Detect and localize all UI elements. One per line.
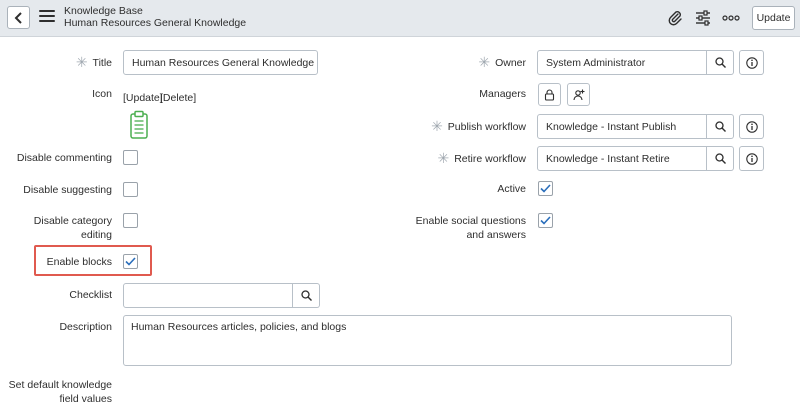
disable-suggesting-checkbox[interactable] — [123, 182, 138, 197]
required-asterisk-icon: ✳ — [437, 150, 450, 166]
settings-sliders-icon[interactable] — [694, 9, 712, 27]
search-icon — [300, 290, 312, 301]
icon-delete-link[interactable]: [Delete] — [160, 92, 196, 104]
header-subtitle: Human Resources General Knowledge — [64, 17, 247, 29]
icon-label: Icon — [92, 88, 112, 100]
search-icon — [714, 57, 726, 68]
publish-workflow-lookup-button[interactable] — [707, 114, 734, 139]
checkmark-icon — [540, 184, 551, 193]
checklist-lookup-button[interactable] — [293, 283, 320, 308]
update-button[interactable]: Update — [752, 6, 795, 30]
description-label: Description — [59, 321, 112, 333]
checkmark-icon — [540, 216, 551, 225]
managers-add-user-button[interactable] — [567, 83, 590, 106]
more-options-icon[interactable] — [722, 9, 740, 27]
publish-workflow-info-button[interactable] — [739, 114, 764, 139]
managers-unlock-button[interactable] — [538, 83, 561, 106]
back-button[interactable] — [7, 6, 30, 29]
info-icon — [745, 120, 758, 133]
retire-workflow-label: ✳ Retire workflow — [437, 150, 526, 166]
chevron-left-icon — [14, 11, 22, 24]
required-asterisk-icon: ✳ — [478, 54, 491, 70]
owner-lookup-button[interactable] — [707, 50, 734, 75]
checklist-label: Checklist — [69, 289, 112, 301]
checklist-input[interactable] — [123, 283, 293, 308]
disable-commenting-checkbox[interactable] — [123, 150, 138, 165]
publish-workflow-input[interactable]: Knowledge - Instant Publish — [537, 114, 707, 139]
add-user-icon — [572, 89, 584, 100]
retire-workflow-lookup-button[interactable] — [707, 146, 734, 171]
required-asterisk-icon: ✳ — [75, 54, 88, 70]
title-label: ✳ Title — [75, 54, 112, 70]
checkmark-icon — [125, 257, 136, 266]
publish-workflow-label: ✳ Publish workflow — [431, 118, 526, 134]
active-label: Active — [497, 183, 526, 195]
disable-category-editing-checkbox[interactable] — [123, 213, 138, 228]
info-icon — [745, 152, 758, 165]
search-icon — [714, 121, 726, 132]
info-icon — [745, 56, 758, 69]
title-input[interactable]: Human Resources General Knowledge — [123, 50, 318, 75]
set-default-label: Set default knowledge field values — [8, 379, 112, 405]
menu-icon[interactable] — [39, 10, 55, 24]
disable-category-editing-label: Disable category editing — [33, 215, 112, 241]
required-asterisk-icon: ✳ — [431, 118, 443, 134]
lock-icon — [544, 88, 555, 101]
owner-info-button[interactable] — [739, 50, 764, 75]
managers-label: Managers — [479, 88, 526, 100]
description-textarea[interactable]: Human Resources articles, policies, and … — [123, 315, 732, 366]
header-title: Knowledge Base — [64, 5, 143, 17]
attachment-icon[interactable] — [666, 9, 684, 27]
search-icon — [714, 153, 726, 164]
icon-update-link[interactable]: [Update] — [123, 92, 163, 104]
enable-blocks-checkbox[interactable] — [123, 254, 138, 269]
clipboard-icon — [129, 110, 149, 139]
enable-social-checkbox[interactable] — [538, 213, 553, 228]
enable-social-label: Enable social questions and answers — [415, 215, 526, 241]
retire-workflow-input[interactable]: Knowledge - Instant Retire — [537, 146, 707, 171]
active-checkbox[interactable] — [538, 181, 553, 196]
enable-blocks-label: Enable blocks — [46, 256, 112, 268]
disable-suggesting-label: Disable suggesting — [23, 184, 112, 196]
retire-workflow-info-button[interactable] — [739, 146, 764, 171]
owner-input[interactable]: System Administrator — [537, 50, 707, 75]
owner-label: ✳ Owner — [478, 54, 526, 70]
disable-commenting-label: Disable commenting — [16, 152, 112, 164]
form-header: Knowledge Base Human Resources General K… — [0, 0, 800, 37]
